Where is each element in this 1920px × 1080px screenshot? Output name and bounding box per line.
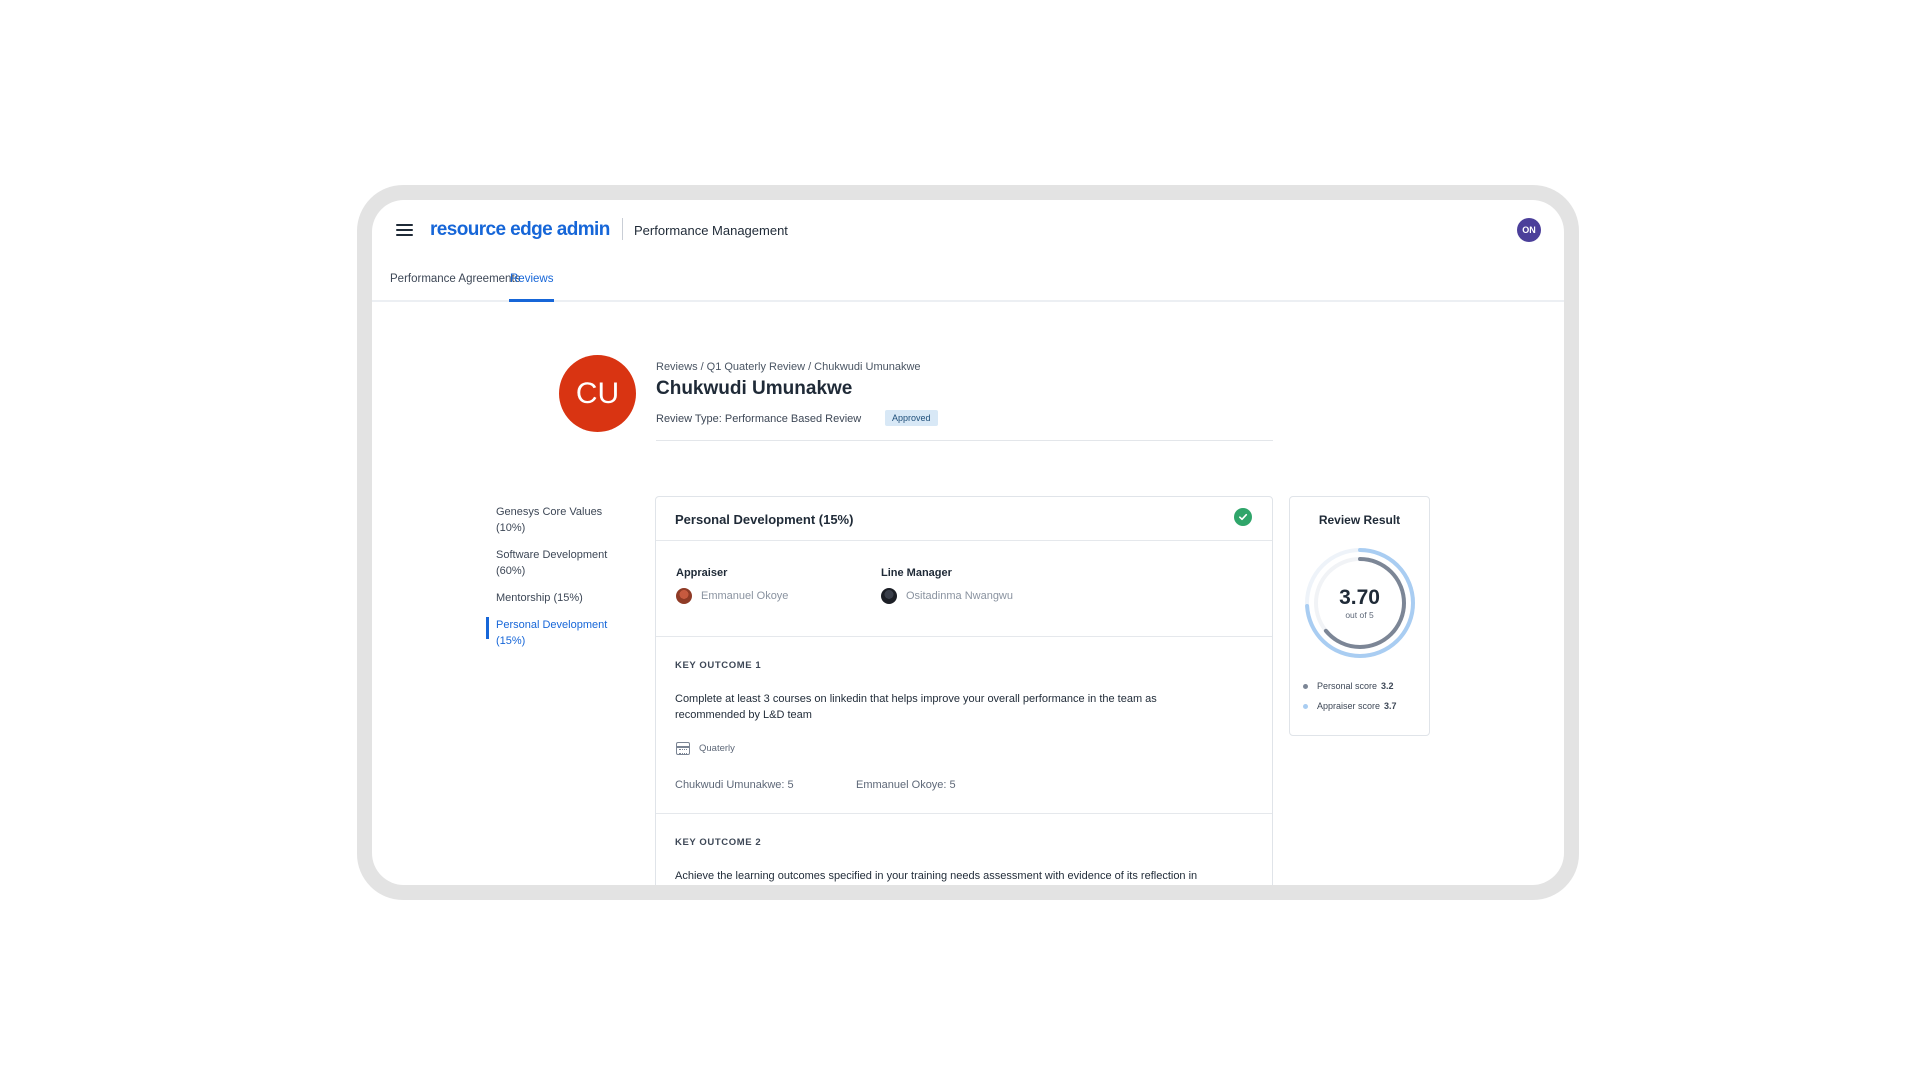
divider [622,218,623,240]
employee-avatar: CU [559,355,636,432]
appraiser-label: Appraiser [676,567,728,579]
review-result-card: Review Result 3.70 out of 5 Personal sco… [1289,496,1430,736]
section-nav-core-values[interactable]: Genesys Core Values (10%) [496,504,618,536]
section-nav-software-development[interactable]: Software Development (60%) [496,547,618,579]
review-type: Review Type: Performance Based Review [656,413,862,425]
line-manager: Line Manager Ositadinma Nwangwu [881,567,1013,604]
card-title: Personal Development (15%) [675,512,854,527]
check-circle-icon [1234,508,1252,526]
breadcrumb-employee: Chukwudi Umunakwe [814,361,921,373]
calendar-icon [676,742,690,755]
line-manager-label: Line Manager [881,567,952,579]
overall-score: 3.70 [1339,586,1380,609]
score-scale: out of 5 [1345,610,1374,620]
status-badge: Approved [885,410,938,426]
breadcrumb: Reviews / Q1 Quaterly Review / Chukwudi Umun… [656,361,921,373]
key-outcome: KEY OUTCOME 1 Complete at least 3 course… [656,637,1272,814]
top-bar: resource edge admin Performance Manageme… [372,200,1564,260]
legend-appraiser-label: Appraiser score [1317,701,1381,711]
legend-appraiser-value: 3.7 [1384,701,1397,711]
section-nav-mentorship[interactable]: Mentorship (15%) [496,590,618,606]
line-manager-name: Ositadinma Nwangwu [906,590,1013,602]
app-screen: resource edge admin Performance Manageme… [372,200,1564,885]
legend-personal-value: 3.2 [1381,681,1394,691]
user-avatar[interactable]: ON [1517,218,1541,242]
header-divider [656,440,1273,441]
card-header: Personal Development (15%) [656,497,1272,541]
legend-personal: Personal score 3.2 [1303,681,1394,691]
tab-bar: Performance Agreements Reviews [372,260,1564,302]
appraiser-person: Emmanuel Okoye [676,588,788,604]
legend-dot [1303,683,1308,689]
breadcrumb-review-cycle[interactable]: Q1 Quaterly Review [707,361,805,373]
menu-icon[interactable] [396,224,413,236]
page-title: Chukwudi Umunakwe [656,378,853,399]
outcome-label: KEY OUTCOME 2 [675,837,762,848]
frequency-label: Quaterly [699,743,735,754]
legend-dot [1303,703,1308,709]
legend-appraiser: Appraiser score 3.7 [1303,701,1397,711]
module-title: Performance Management [634,223,788,238]
key-outcome: KEY OUTCOME 2 Achieve the learning outco… [656,814,1272,885]
section-nav-personal-development[interactable]: Personal Development (15%) [486,617,618,649]
app-logo[interactable]: resource edge admin [430,219,610,241]
self-score: Chukwudi Umunakwe: 5 [675,779,794,791]
section-card: Personal Development (15%) Appraiser Emm… [655,496,1273,885]
outcome-text: Achieve the learning outcomes specified … [675,870,1198,882]
tablet-frame: resource edge admin Performance Manageme… [357,185,1579,900]
tab-reviews[interactable]: Reviews [509,273,555,302]
appraiser: Appraiser Emmanuel Okoye [676,567,788,604]
appraiser-name: Emmanuel Okoye [701,590,789,602]
appraiser-score: Emmanuel Okoye: 5 [856,779,956,791]
outcome-label: KEY OUTCOME 1 [675,660,762,671]
result-title: Review Result [1318,513,1401,527]
outcome-text: Complete at least 3 courses on linkedin … [675,693,1157,721]
legend-personal-label: Personal score [1317,681,1378,691]
breadcrumb-reviews[interactable]: Reviews [656,361,698,373]
reviewers: Appraiser Emmanuel Okoye Line Manager Os… [656,541,1272,637]
avatar [676,588,692,604]
avatar [881,588,897,604]
outcome-frequency: Quaterly [676,742,735,755]
section-nav: Genesys Core Values (10%) Software Devel… [486,504,626,660]
line-manager-person: Ositadinma Nwangwu [881,588,1013,604]
tab-performance-agreements[interactable]: Performance Agreements [390,273,520,302]
